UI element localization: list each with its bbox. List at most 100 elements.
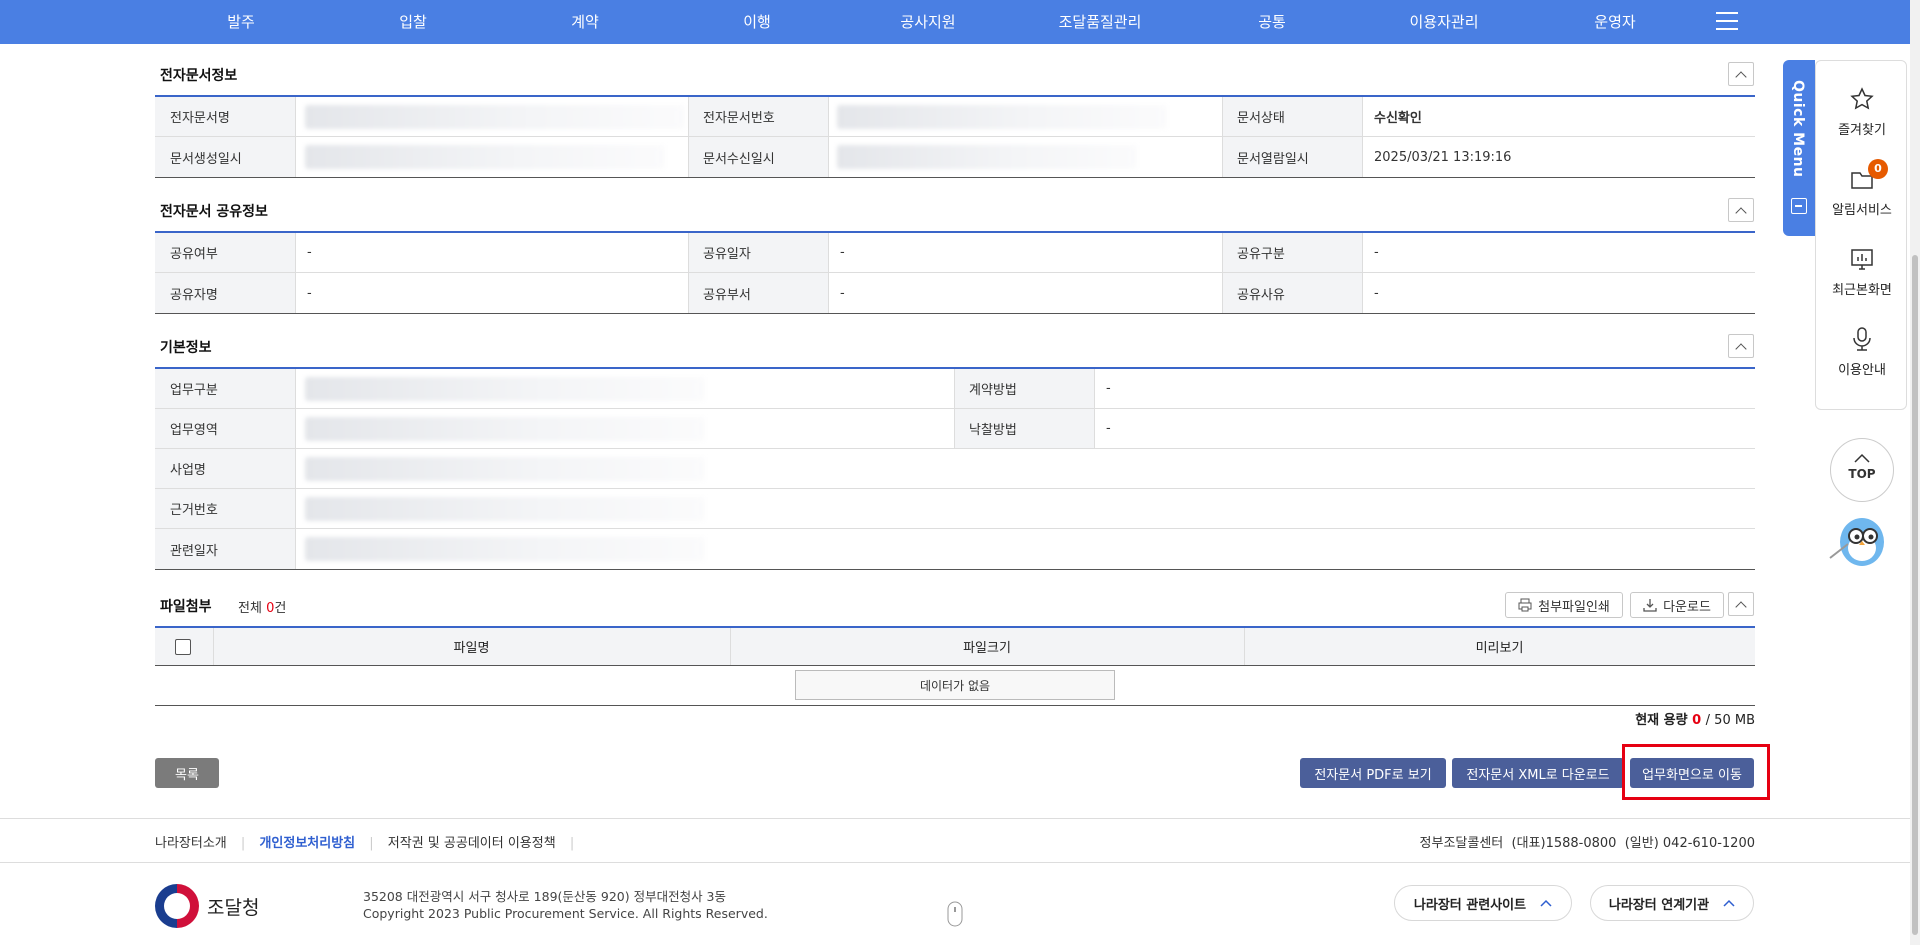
attachment-total-prefix: 전체 <box>238 601 262 616</box>
quick-favorites-label: 즐겨찾기 <box>1838 123 1886 138</box>
redacted-doc-created <box>305 145 665 169</box>
share-dept-value: - <box>840 285 845 301</box>
label-related-date: 관련일자 <box>155 529 295 569</box>
download-button[interactable]: 다운로드 <box>1630 592 1724 618</box>
nav-item-bid[interactable]: 입찰 <box>399 0 427 44</box>
footer-copyright: Copyright 2023 Public Procurement Servic… <box>363 906 768 921</box>
attachment-total-suffix: 건 <box>274 601 287 616</box>
quick-guide-label: 이용안내 <box>1838 363 1886 378</box>
footer-link-about[interactable]: 나라장터소개 <box>155 836 227 851</box>
footer-link-privacy[interactable]: 개인정보처리방침 <box>259 836 355 851</box>
column-file-name: 파일명 <box>453 641 490 656</box>
section-title-share-info: 전자문서 공유정보 <box>160 204 268 220</box>
nav-item-user-admin[interactable]: 이용자관리 <box>1409 0 1478 44</box>
redacted-doc-number <box>837 105 1167 129</box>
nav-item-quality[interactable]: 조달품질관리 <box>1059 0 1142 44</box>
microphone-icon <box>1853 327 1871 351</box>
linked-orgs-dropdown[interactable]: 나라장터 연계기관 <box>1590 885 1754 921</box>
column-preview: 미리보기 <box>1475 641 1524 656</box>
label-shared: 공유여부 <box>155 233 295 272</box>
redacted-doc-received <box>837 145 1137 169</box>
footer-links: 나라장터소개 | 개인정보처리방침 | 저작권 및 공공데이터 이용정책 | <box>155 836 575 851</box>
quick-item-notifications[interactable]: 알림서비스 0 <box>1816 159 1908 218</box>
scroll-top-label: TOP <box>1848 467 1876 481</box>
label-biz-type: 업무구분 <box>155 369 295 408</box>
basic-info-table: 업무구분 계약방법 - 업무영역 낙찰방법 - 사업명 근거번호 관련일자 <box>155 367 1755 570</box>
quick-item-recent[interactable]: 최근본화면 <box>1816 245 1908 298</box>
quick-item-favorites[interactable]: 즐겨찾기 <box>1816 85 1908 138</box>
footer-address: 35208 대전광역시 서구 청사로 189(둔산동 920) 정부대전청사 3… <box>363 889 727 904</box>
shared-value: - <box>307 245 312 260</box>
doc-status-value: 수신확인 <box>1374 111 1422 126</box>
label-share-type: 공유구분 <box>1222 233 1362 272</box>
label-doc-created: 문서생성일시 <box>155 137 295 177</box>
scrollbar-thumb[interactable] <box>1912 255 1918 935</box>
select-all-checkbox[interactable] <box>175 639 191 655</box>
list-button[interactable]: 목록 <box>155 758 219 788</box>
quick-notifications-label: 알림서비스 <box>1832 203 1892 218</box>
nav-item-contract[interactable]: 계약 <box>571 0 599 44</box>
award-method-value: - <box>1106 421 1111 436</box>
nav-item-common[interactable]: 공통 <box>1258 0 1286 44</box>
share-info-table: 공유여부 - 공유일자 - 공유구분 - 공유자명 - 공유부서 - 공유사유 … <box>155 231 1755 314</box>
label-contract-method: 계약방법 <box>954 369 1094 408</box>
storage-usage: 현재 용량 0 / 50 MB <box>1600 709 1755 728</box>
collapse-share-info-button[interactable] <box>1728 198 1754 222</box>
attachment-total: 전체 0건 <box>238 597 286 616</box>
label-doc-opened: 문서열람일시 <box>1222 137 1362 177</box>
collapse-attachments-button[interactable] <box>1728 592 1754 616</box>
quick-recent-label: 최근본화면 <box>1832 283 1892 298</box>
print-attachments-button[interactable]: 첨부파일인쇄 <box>1505 592 1623 618</box>
column-file-size: 파일크기 <box>963 641 1011 656</box>
contract-method-value: - <box>1106 381 1111 396</box>
mouse-scroll-icon <box>947 901 963 927</box>
sharer-value: - <box>307 285 312 301</box>
quick-menu-label: Quick Menu <box>1790 80 1806 178</box>
collapse-basic-info-button[interactable] <box>1728 334 1754 358</box>
star-icon <box>1850 87 1874 110</box>
storage-usage-limit: / 50 MB <box>1705 713 1755 728</box>
highlight-box <box>1622 744 1770 800</box>
label-sharer: 공유자명 <box>155 273 295 313</box>
label-share-reason: 공유사유 <box>1222 273 1362 313</box>
redacted-related-date <box>305 537 705 561</box>
chevron-up-icon <box>1723 899 1735 907</box>
download-xml-button[interactable]: 전자문서 XML로 다운로드 <box>1452 758 1624 788</box>
label-doc-received: 문서수신일시 <box>688 137 828 177</box>
menu-icon[interactable] <box>1716 12 1738 32</box>
label-project-name: 사업명 <box>155 449 295 488</box>
pps-logo-icon <box>155 884 199 928</box>
related-sites-dropdown[interactable]: 나라장터 관련사이트 <box>1394 885 1572 921</box>
printer-icon <box>1518 598 1532 612</box>
share-type-value: - <box>1374 245 1379 260</box>
chevron-up-icon <box>1540 899 1552 907</box>
nav-item-operator[interactable]: 운영자 <box>1594 0 1635 44</box>
download-label: 다운로드 <box>1663 599 1711 615</box>
scroll-top-button[interactable]: TOP <box>1830 438 1894 502</box>
quick-item-guide[interactable]: 이용안내 <box>1816 325 1908 378</box>
nav-item-order[interactable]: 발주 <box>227 0 255 44</box>
redacted-biz-area <box>305 417 705 441</box>
nav-item-performance[interactable]: 이행 <box>743 0 771 44</box>
label-doc-status: 문서상태 <box>1222 97 1362 136</box>
quick-menu-tab[interactable]: Quick Menu <box>1783 60 1815 236</box>
label-share-dept: 공유부서 <box>688 273 828 313</box>
section-title-attachments: 파일첨부 <box>160 599 212 615</box>
label-basis-number: 근거번호 <box>155 489 295 528</box>
view-pdf-button[interactable]: 전자문서 PDF로 보기 <box>1300 758 1446 788</box>
attachments-table-header: 파일명 파일크기 미리보기 <box>155 626 1755 666</box>
minimize-icon[interactable] <box>1791 198 1807 214</box>
redacted-doc-name <box>305 105 685 129</box>
monitor-chart-icon <box>1851 249 1873 270</box>
call-center: 정부조달콜센터 (대표)1588-0800 (일반) 042-610-1200 <box>1419 836 1755 851</box>
redacted-biz-type <box>305 377 705 401</box>
footer-link-copyright-policy[interactable]: 저작권 및 공공데이터 이용정책 <box>388 836 556 851</box>
collapse-doc-info-button[interactable] <box>1728 62 1754 86</box>
label-share-date: 공유일자 <box>688 233 828 272</box>
label-biz-area: 업무영역 <box>155 409 295 448</box>
nav-item-construction[interactable]: 공사지원 <box>900 0 955 44</box>
quick-menu-panel: 즐겨찾기 알림서비스 0 최근본화면 이용안내 <box>1815 60 1907 410</box>
chevron-up-icon <box>1854 453 1870 463</box>
attachments-table-body: 데이터가 없음 <box>155 666 1755 706</box>
mascot-chatbot-icon[interactable] <box>1826 508 1890 572</box>
